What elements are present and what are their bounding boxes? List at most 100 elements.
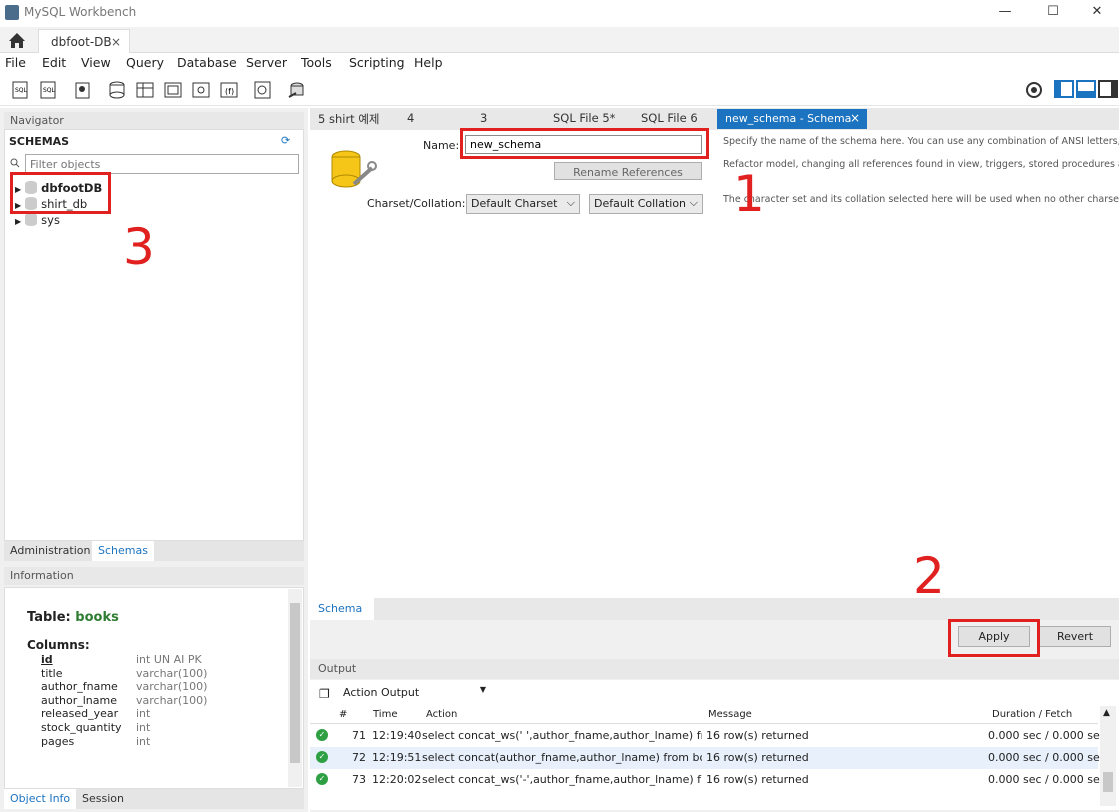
toggle-output-icon[interactable] bbox=[1076, 79, 1096, 101]
column-name: title bbox=[41, 666, 63, 680]
maximize-button[interactable]: ☐ bbox=[1030, 0, 1076, 26]
svg-text:SQL: SQL bbox=[43, 87, 56, 94]
close-tab-icon[interactable]: × bbox=[111, 35, 121, 49]
tab-schemas[interactable]: Schemas bbox=[92, 541, 154, 561]
menu-file[interactable]: File bbox=[5, 55, 26, 70]
column-type: varchar(100) bbox=[136, 693, 208, 707]
menu-server[interactable]: Server bbox=[246, 55, 287, 70]
refresh-icon[interactable]: ⟳ bbox=[281, 134, 290, 147]
charset-value: Default Charset bbox=[471, 197, 558, 210]
output-type-select[interactable]: Action Output ▼ bbox=[340, 684, 488, 702]
rename-references-button[interactable]: Rename References bbox=[554, 162, 702, 180]
collation-value: Default Collation bbox=[594, 197, 687, 210]
annotation-3: 3 bbox=[123, 218, 155, 276]
create-view-icon[interactable] bbox=[162, 79, 184, 101]
menu-database[interactable]: Database bbox=[177, 55, 237, 70]
connection-tab[interactable]: dbfoot-DB × bbox=[38, 29, 130, 53]
copy-icon[interactable]: ❐ bbox=[319, 687, 330, 701]
new-sql-tab-icon[interactable]: SQL bbox=[10, 79, 32, 101]
subtab-schema[interactable]: Schema bbox=[310, 598, 374, 620]
information-scrollbar[interactable] bbox=[288, 589, 302, 787]
menu-edit[interactable]: Edit bbox=[42, 55, 66, 70]
menu-tools[interactable]: Tools bbox=[301, 55, 332, 70]
schema-name: sys bbox=[41, 213, 60, 227]
settings-gear-icon[interactable] bbox=[1023, 79, 1045, 101]
tab-new-schema[interactable]: new_schema - Schema × bbox=[717, 109, 867, 129]
column-name: stock_quantity bbox=[41, 720, 122, 734]
filter-objects-input[interactable] bbox=[25, 154, 299, 174]
collation-select[interactable]: Default Collation ⌵ bbox=[589, 194, 703, 214]
revert-button[interactable]: Revert bbox=[1039, 626, 1111, 647]
charset-select[interactable]: Default Charset ⌵ bbox=[466, 194, 580, 214]
scroll-up-icon[interactable]: ▲ bbox=[1103, 708, 1110, 718]
row-duration: 0.000 sec / 0.000 sec bbox=[988, 751, 1106, 764]
menu-help[interactable]: Help bbox=[414, 55, 443, 70]
tab-sql-file-6[interactable]: SQL File 6 bbox=[641, 111, 698, 125]
tab-3[interactable]: 3 bbox=[480, 111, 487, 125]
row-time: 12:19:40 bbox=[372, 729, 422, 742]
column-name: author_fname bbox=[41, 680, 118, 694]
tab-administration[interactable]: Administration bbox=[4, 541, 97, 561]
row-message: 16 row(s) returned bbox=[706, 773, 809, 786]
navigator-header: Navigator bbox=[4, 112, 304, 130]
create-function-icon[interactable]: (f) bbox=[218, 79, 240, 101]
menu-bar: File Edit View Query Database Server Too… bbox=[0, 53, 1119, 73]
output-scrollbar[interactable]: ▲ bbox=[1100, 706, 1116, 806]
menu-view[interactable]: View bbox=[81, 55, 111, 70]
navigator-tabs: Administration Schemas bbox=[4, 541, 304, 561]
connection-tab-label: dbfoot-DB bbox=[51, 35, 112, 49]
tab-object-info[interactable]: Object Info bbox=[4, 789, 77, 809]
schema-item-sys[interactable]: ▶ sys bbox=[15, 213, 60, 227]
expand-arrow-icon[interactable]: ▶ bbox=[15, 217, 21, 226]
columns-label: Columns: bbox=[27, 638, 90, 652]
svg-text:SQL: SQL bbox=[15, 87, 28, 94]
create-schema-icon[interactable] bbox=[106, 79, 128, 101]
svg-text:(f): (f) bbox=[225, 87, 234, 96]
open-sql-script-icon[interactable]: SQL bbox=[38, 79, 60, 101]
highlight-box-name bbox=[460, 128, 709, 159]
home-button[interactable] bbox=[0, 27, 34, 53]
search-table-data-icon[interactable] bbox=[252, 79, 274, 101]
schema-editor: Name: Rename References Charset/Collatio… bbox=[310, 130, 1119, 598]
column-type: int UN AI PK bbox=[136, 653, 202, 666]
col-header-number: # bbox=[339, 709, 348, 720]
menu-scripting[interactable]: Scripting bbox=[349, 55, 405, 70]
information-pane: Table: books Columns: id int UN AI PK tit… bbox=[4, 587, 304, 789]
reconnect-icon[interactable] bbox=[286, 79, 308, 101]
editor-subtabs: Schema bbox=[310, 598, 1119, 620]
highlight-box-schemas bbox=[10, 172, 111, 214]
close-tab-icon[interactable]: × bbox=[850, 111, 860, 125]
row-duration: 0.000 sec / 0.000 sec bbox=[988, 729, 1106, 742]
tab-4[interactable]: 4 bbox=[407, 111, 414, 125]
column-row: id int UN AI PK bbox=[41, 653, 221, 667]
tab-session[interactable]: Session bbox=[76, 789, 130, 809]
output-header: Output bbox=[310, 659, 1119, 679]
main-toolbar: SQL SQL (f) bbox=[0, 74, 1119, 106]
title-bar: MySQL Workbench — ☐ ✕ bbox=[0, 0, 1119, 26]
scrollbar-thumb[interactable] bbox=[290, 603, 300, 763]
toggle-secondary-sidebar-icon[interactable] bbox=[1098, 79, 1118, 101]
col-header-message: Message bbox=[708, 709, 752, 720]
search-icon bbox=[10, 158, 20, 168]
name-label: Name: bbox=[423, 139, 460, 152]
col-header-duration: Duration / Fetch bbox=[992, 709, 1073, 720]
col-header-action: Action bbox=[426, 709, 458, 720]
create-table-icon[interactable] bbox=[134, 79, 156, 101]
app-logo-icon bbox=[5, 5, 19, 20]
minimize-button[interactable]: — bbox=[982, 0, 1028, 26]
toggle-sidebar-icon[interactable] bbox=[1054, 79, 1074, 101]
create-procedure-icon[interactable] bbox=[190, 79, 212, 101]
output-row[interactable]: ✓ 72 12:19:51 select concat(author_fname… bbox=[310, 747, 1106, 769]
scrollbar-thumb[interactable] bbox=[1103, 772, 1113, 792]
tab-sql-file-5[interactable]: SQL File 5* bbox=[553, 111, 615, 125]
tab-5-shirt[interactable]: 5 shirt 예제 bbox=[318, 111, 380, 127]
info-tabs: Object Info Session bbox=[4, 789, 304, 809]
menu-query[interactable]: Query bbox=[126, 55, 164, 70]
table-name: books bbox=[75, 610, 119, 625]
column-name: id bbox=[41, 653, 53, 666]
connection-tab-strip: dbfoot-DB × bbox=[0, 27, 1119, 53]
inspector-icon[interactable] bbox=[72, 79, 94, 101]
output-row[interactable]: ✓ 73 12:20:02 select concat_ws('-',autho… bbox=[310, 769, 1106, 791]
close-window-button[interactable]: ✕ bbox=[1074, 0, 1119, 26]
output-row[interactable]: ✓ 71 12:19:40 select concat_ws(' ',autho… bbox=[310, 725, 1106, 747]
